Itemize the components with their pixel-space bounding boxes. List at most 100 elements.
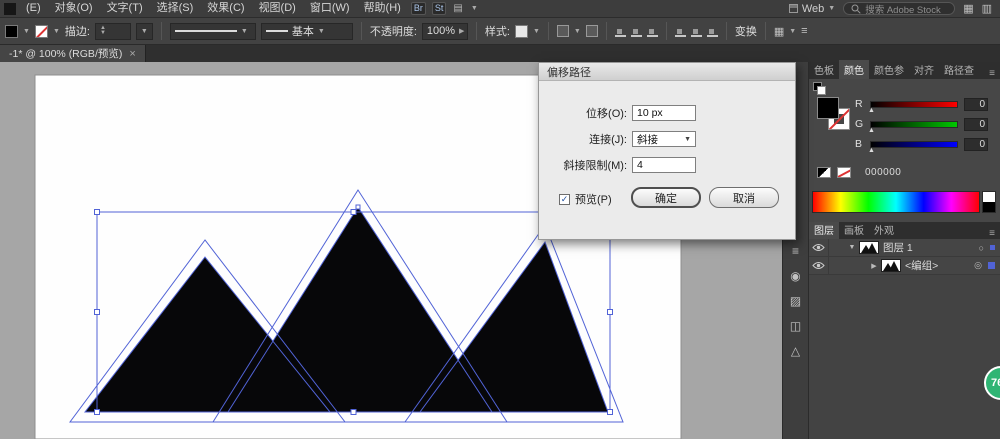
slider-thumb-icon[interactable]: ▲ (868, 127, 875, 134)
align-top-icon[interactable] (674, 26, 686, 37)
white-black-selector[interactable] (982, 191, 996, 213)
fill-swatch[interactable] (5, 24, 18, 38)
visibility-toggle[interactable] (809, 257, 829, 274)
anchor-point[interactable] (355, 204, 361, 210)
hex-value-field[interactable]: 000000 (865, 167, 901, 178)
fill-stroke-mini-icon[interactable] (813, 82, 826, 95)
stock-search-input[interactable]: 搜索 Adobe Stock (843, 2, 956, 16)
arrange-icon[interactable]: ▤ (449, 3, 466, 14)
workspace-switcher[interactable]: Web ▼ (788, 3, 835, 15)
tab-artboards[interactable]: 画板 (839, 220, 869, 239)
transform-link[interactable]: 变换 (735, 23, 757, 39)
visibility-toggle[interactable] (809, 239, 829, 256)
brushes-panel-icon[interactable]: ▨ (790, 295, 801, 307)
target-circle-icon[interactable]: ◎ (974, 260, 982, 271)
dialog-title-bar[interactable]: 偏移路径 (539, 63, 795, 81)
selection-handle[interactable] (350, 409, 357, 415)
align-center-icon[interactable] (630, 26, 642, 37)
selection-handle[interactable] (607, 309, 613, 315)
align-right-icon[interactable] (646, 26, 658, 37)
tab-color-guide[interactable]: 颜色参 (869, 60, 909, 79)
layer-thumbnail[interactable] (859, 241, 879, 254)
selection-handle[interactable] (350, 209, 357, 215)
stroke-weight-stepper[interactable]: ▲ ▼ (94, 22, 131, 40)
preview-checkbox[interactable]: ✓ (559, 193, 570, 205)
fill-dropdown-icon[interactable]: ▼ (23, 28, 30, 35)
slider-thumb-icon[interactable]: ▲ (868, 107, 875, 114)
color-spectrum-bar[interactable] (812, 191, 980, 213)
tab-align[interactable]: 对齐 (909, 60, 939, 79)
tab-pathfinder[interactable]: 路径查 (939, 60, 979, 79)
graphic-styles-panel-icon[interactable]: △ (791, 345, 800, 357)
style-dropdown-icon[interactable]: ▼ (533, 28, 540, 35)
layer-thumbnail[interactable] (881, 259, 901, 272)
width-profile-dropdown[interactable]: ▼ (169, 22, 256, 40)
panel-menu-icon[interactable]: ≡ (792, 245, 799, 257)
chevron-down-icon[interactable]: ▼ (789, 28, 796, 35)
stroke-weight-dropdown[interactable]: ▼ (135, 22, 153, 40)
black-white-swatch[interactable] (817, 167, 831, 178)
layer-row[interactable]: ▼ 图层 1 ○ (809, 239, 1000, 257)
slider-thumb-icon[interactable]: ▲ (868, 147, 875, 154)
blue-slider[interactable]: ▲ (868, 140, 958, 154)
opacity-field[interactable]: 100% ▶ (421, 22, 468, 40)
panel-menu-icon[interactable]: ≡ (984, 68, 1000, 79)
none-swatch[interactable] (837, 167, 851, 178)
joins-select[interactable]: 斜接 ▼ (632, 131, 696, 147)
brush-definition-dropdown[interactable]: 基本 ▼ (260, 22, 353, 40)
align-bottom-icon[interactable] (706, 26, 718, 37)
fill-color-indicator[interactable] (817, 97, 839, 119)
symbols-panel-icon[interactable]: ◉ (790, 270, 800, 282)
miter-limit-input[interactable]: 4 (632, 157, 696, 173)
offset-input[interactable]: 10 px (632, 105, 696, 121)
menu-object[interactable]: 对象(O) (48, 0, 100, 17)
red-value-field[interactable]: 0 (964, 97, 988, 111)
tab-swatches[interactable]: 色板 (809, 60, 839, 79)
menu-effect[interactable]: 效果(C) (200, 0, 251, 17)
document-setup-icon[interactable] (556, 25, 569, 37)
chevron-down-icon[interactable]: ▼ (467, 5, 482, 12)
menu-view[interactable]: 视图(D) (252, 0, 303, 17)
tab-color[interactable]: 颜色 (839, 60, 869, 79)
stock-button[interactable]: St (431, 2, 447, 15)
ok-button[interactable]: 确定 (631, 187, 701, 208)
tab-appearance[interactable]: 外观 (869, 220, 899, 239)
bridge-button[interactable]: Br (410, 2, 426, 15)
expand-chevron-icon[interactable]: ▶ (869, 262, 879, 270)
menu-help[interactable]: 帮助(H) (357, 0, 408, 17)
selection-indicator[interactable] (988, 262, 995, 269)
selection-handle[interactable] (607, 409, 613, 415)
collapse-chevron-icon[interactable]: ▼ (847, 244, 857, 251)
menu-select[interactable]: 选择(S) (150, 0, 201, 17)
stroke-dropdown-icon[interactable]: ▼ (53, 28, 60, 35)
red-slider[interactable]: ▲ (868, 100, 958, 114)
stepper-arrows-icon[interactable]: ▲ ▼ (100, 25, 106, 36)
grid-view-icon[interactable]: ▦ (963, 2, 973, 15)
layer-name[interactable]: <编组> (905, 258, 938, 273)
close-tab-icon[interactable]: × (129, 48, 135, 60)
panel-menu-icon[interactable]: ≡ (801, 25, 807, 37)
align-left-icon[interactable] (614, 26, 626, 37)
menu-edit[interactable]: (E) (19, 0, 48, 17)
menu-type[interactable]: 文字(T) (100, 0, 150, 17)
selection-handle[interactable] (94, 409, 100, 415)
document-tab[interactable]: -1* @ 100% (RGB/预览) × (0, 45, 146, 62)
blue-value-field[interactable]: 0 (964, 137, 988, 151)
green-value-field[interactable]: 0 (964, 117, 988, 131)
selection-indicator[interactable] (990, 245, 995, 250)
preferences-icon[interactable] (585, 25, 598, 37)
style-swatch[interactable] (514, 24, 528, 38)
target-circle-icon[interactable]: ○ (979, 243, 984, 253)
chevron-down-icon[interactable]: ▼ (574, 28, 581, 35)
stroke-swatch[interactable] (34, 24, 48, 38)
tab-layers[interactable]: 图层 (809, 220, 839, 239)
green-slider[interactable]: ▲ (868, 120, 958, 134)
align-middle-icon[interactable] (690, 26, 702, 37)
menu-window[interactable]: 窗口(W) (303, 0, 357, 17)
selection-handle[interactable] (94, 309, 100, 315)
cancel-button[interactable]: 取消 (709, 187, 779, 208)
panel-layout-icon[interactable]: ▥ (982, 2, 992, 15)
options-grid-icon[interactable]: ▦ (774, 25, 784, 38)
layer-name[interactable]: 图层 1 (883, 240, 913, 255)
layer-row[interactable]: ▶ <编组> ◎ (809, 257, 1000, 275)
